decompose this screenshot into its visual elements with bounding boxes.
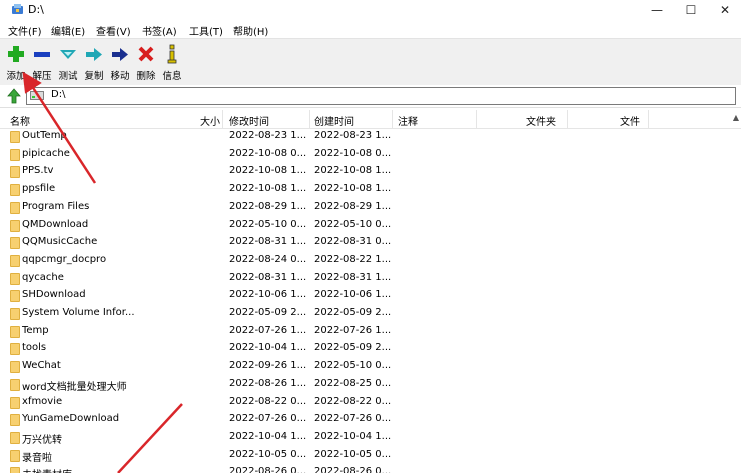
annotation-arrow (22, 71, 97, 184)
annotation-arrow (117, 403, 183, 473)
annotation-arrows (22, 71, 183, 473)
